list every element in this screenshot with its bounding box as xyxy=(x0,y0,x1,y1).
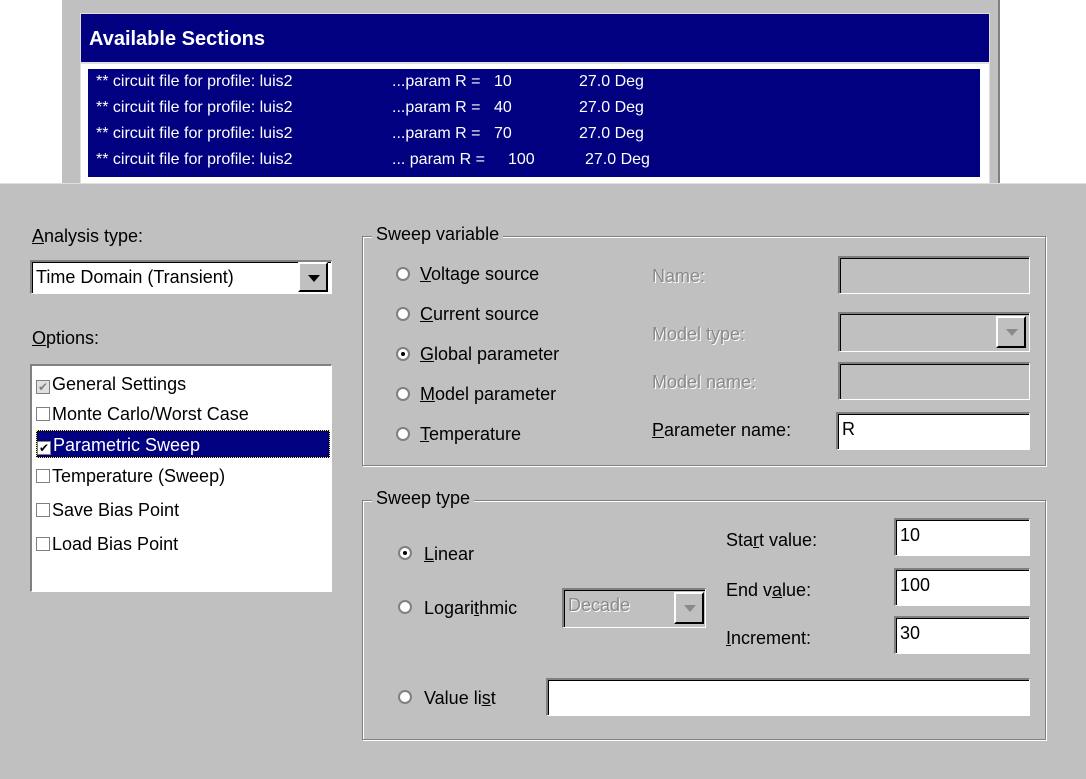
chevron-down-icon xyxy=(996,316,1026,348)
model-parameter-label: Model parameter xyxy=(420,384,557,404)
radio-model-parameter[interactable] xyxy=(396,387,410,401)
section-row[interactable]: ** circuit file for profile: luis2 ...pa… xyxy=(96,125,644,147)
section-row-param: ... param R = xyxy=(392,151,485,168)
linear-label: Linear xyxy=(424,544,475,564)
section-row[interactable]: ** circuit file for profile: luis2 ... p… xyxy=(96,151,650,173)
available-sections-title: Available Sections xyxy=(80,13,990,63)
section-row-name: ** circuit file for profile: luis2 xyxy=(96,151,293,168)
section-row-value: 70 xyxy=(494,125,512,142)
radio-global-parameter[interactable] xyxy=(396,347,410,361)
section-row-value: 10 xyxy=(494,73,512,90)
radio-temperature[interactable] xyxy=(396,427,410,441)
chevron-down-icon xyxy=(674,592,704,624)
checkbox-icon: ✔ xyxy=(36,380,50,394)
section-row-name: ** circuit file for profile: luis2 xyxy=(96,73,293,90)
model-name-label: Model name: xyxy=(652,372,757,392)
start-value-field[interactable]: 10 xyxy=(894,518,1030,556)
option-load-bias-point[interactable]: Load Bias Point xyxy=(36,530,330,558)
parameter-name-field[interactable]: R xyxy=(836,412,1030,450)
options-label: Options: xyxy=(32,328,100,348)
sections-selection[interactable]: ** circuit file for profile: luis2 ...pa… xyxy=(88,69,980,177)
parameter-name-value: R xyxy=(842,419,855,439)
sweep-type-title: Sweep type xyxy=(372,488,475,509)
checkbox-icon[interactable] xyxy=(36,469,50,483)
temperature-label: Temperature xyxy=(420,424,522,444)
radio-logarithmic[interactable] xyxy=(398,600,412,614)
name-field xyxy=(838,256,1030,294)
section-row[interactable]: ** circuit file for profile: luis2 ...pa… xyxy=(96,99,644,121)
section-row-name: ** circuit file for profile: luis2 xyxy=(96,125,293,142)
section-row[interactable]: ** circuit file for profile: luis2 ...pa… xyxy=(96,73,644,95)
name-label: Name: xyxy=(652,266,706,286)
section-row-value: 40 xyxy=(494,99,512,116)
global-parameter-label: Global parameter xyxy=(420,344,560,364)
checkbox-icon[interactable] xyxy=(36,503,50,517)
checkbox-icon[interactable] xyxy=(36,407,50,421)
analysis-type-label: Analysis type: xyxy=(32,226,144,246)
value-list-label: Value list xyxy=(424,688,496,708)
model-type-label: Model type: xyxy=(652,324,746,344)
end-value-field[interactable]: 100 xyxy=(894,568,1030,606)
checkbox-icon[interactable] xyxy=(36,537,50,551)
radio-current-source[interactable] xyxy=(396,307,410,321)
option-parametric-sweep[interactable]: ✔ Parametric Sweep xyxy=(36,430,330,458)
section-row-temp: 27.0 Deg xyxy=(579,99,644,116)
radio-linear[interactable] xyxy=(398,546,412,560)
analysis-type-value: Time Domain (Transient) xyxy=(36,267,234,287)
section-row-param: ...param R = xyxy=(392,99,481,116)
end-value-label: End value: xyxy=(726,580,812,600)
section-row-value: 100 xyxy=(508,151,535,168)
option-save-bias-point[interactable]: Save Bias Point xyxy=(36,496,330,524)
current-source-label: Current source xyxy=(420,304,540,324)
section-row-temp: 27.0 Deg xyxy=(579,125,644,142)
voltage-source-label: Voltage source xyxy=(420,264,540,284)
option-monte-carlo[interactable]: Monte Carlo/Worst Case xyxy=(36,400,330,428)
radio-voltage-source[interactable] xyxy=(396,267,410,281)
section-row-param: ...param R = xyxy=(392,125,481,142)
options-list[interactable]: ✔ General Settings Monte Carlo/Worst Case… xyxy=(30,364,332,592)
value-list-field[interactable] xyxy=(546,678,1030,716)
option-general-settings[interactable]: ✔ General Settings xyxy=(36,370,330,398)
parameter-name-label: Parameter name: xyxy=(652,420,792,440)
section-row-name: ** circuit file for profile: luis2 xyxy=(96,99,293,116)
section-row-temp: 27.0 Deg xyxy=(579,73,644,90)
option-temperature-sweep[interactable]: Temperature (Sweep) xyxy=(36,462,330,490)
increment-field[interactable]: 30 xyxy=(894,616,1030,654)
chevron-down-icon[interactable] xyxy=(298,262,328,292)
start-value-label: Start value: xyxy=(726,530,818,550)
section-row-temp: 27.0 Deg xyxy=(585,151,650,168)
logarithmic-label: Logarithmic xyxy=(424,598,518,618)
increment-label: Increment: xyxy=(726,628,812,648)
section-row-param: ...param R = xyxy=(392,73,481,90)
sweep-variable-title: Sweep variable xyxy=(372,224,504,245)
analysis-type-select[interactable]: Time Domain (Transient) xyxy=(30,260,332,294)
radio-value-list[interactable] xyxy=(398,690,412,704)
checkbox-icon[interactable]: ✔ xyxy=(37,441,51,455)
model-name-field xyxy=(838,362,1030,400)
log-scale-value: Decade xyxy=(568,595,631,615)
